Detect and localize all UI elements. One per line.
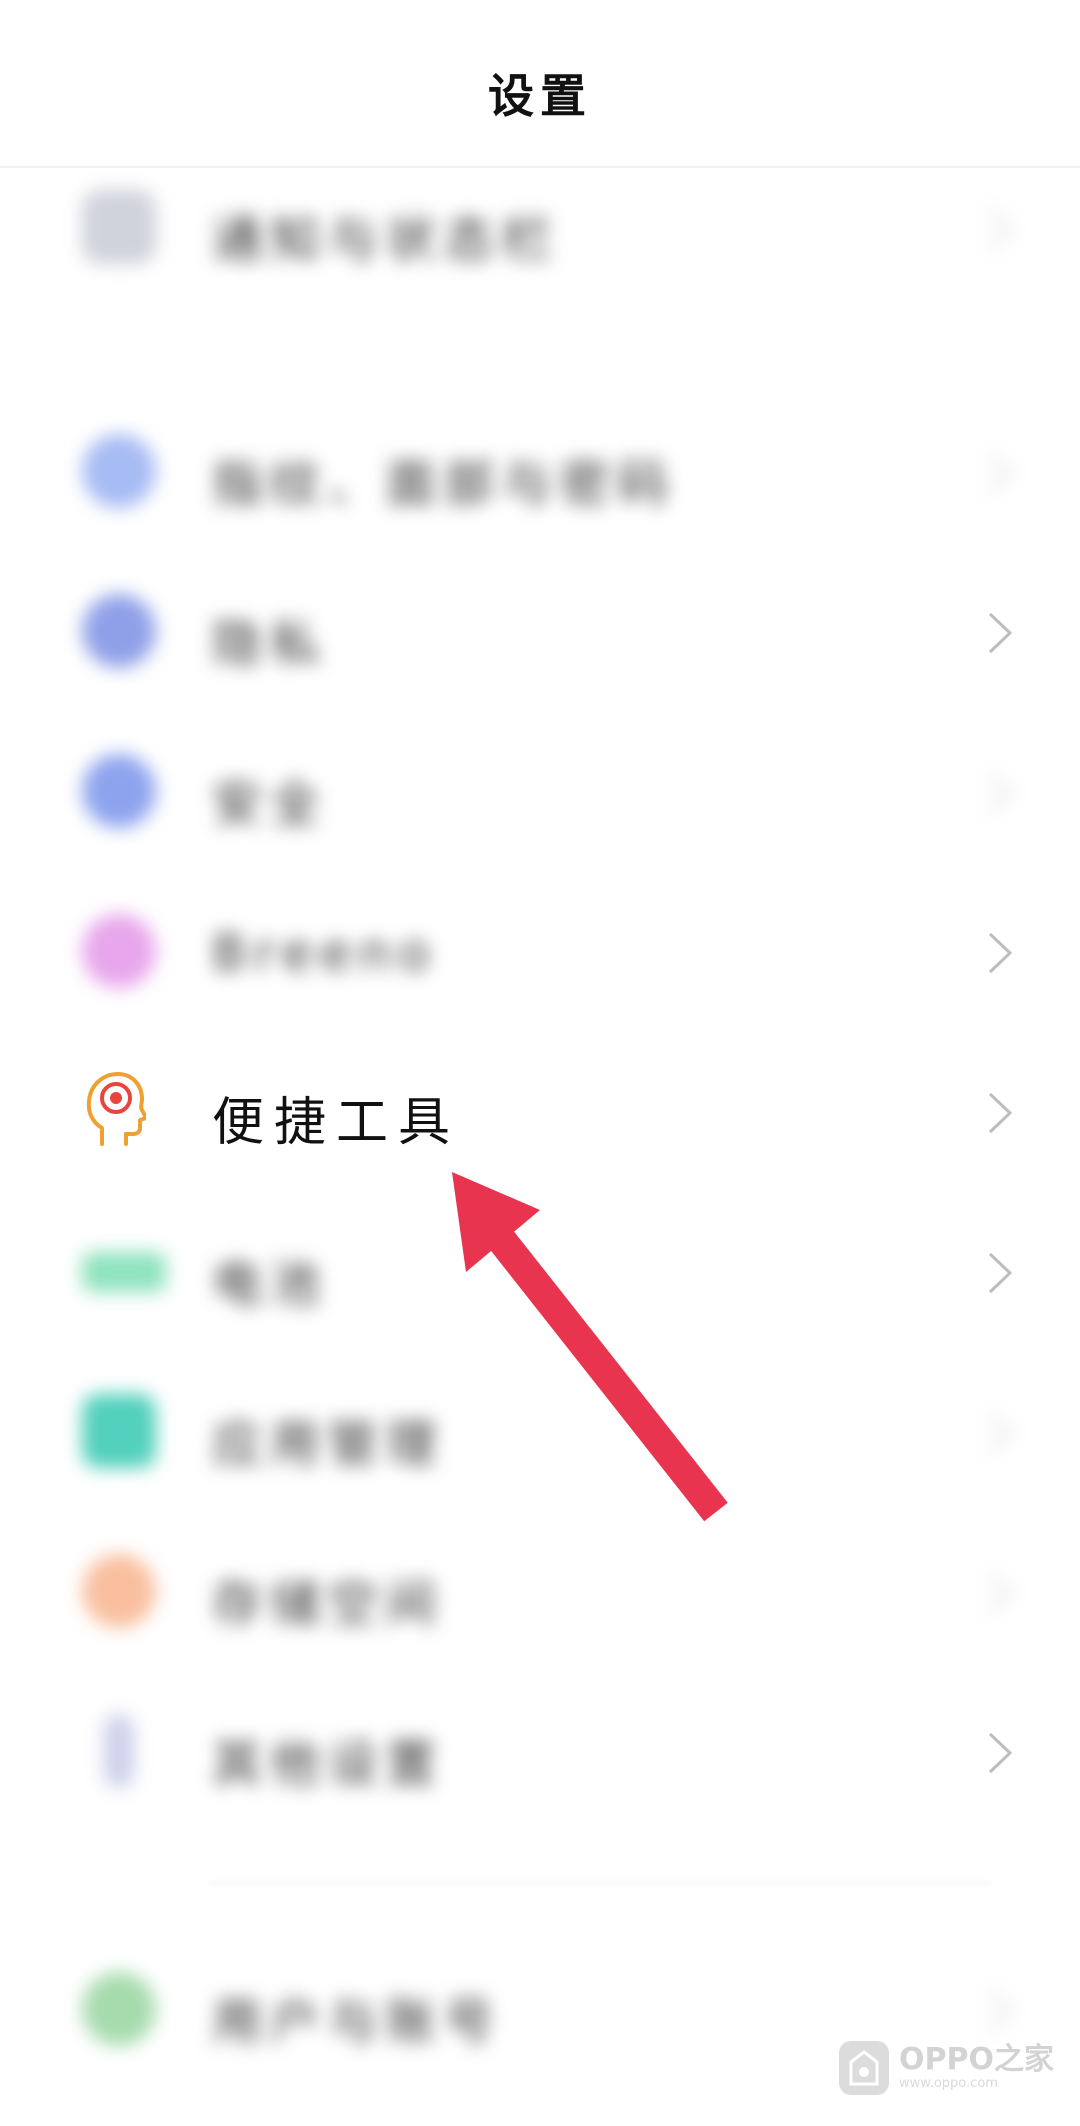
app-management-icon (82, 1394, 156, 1468)
settings-item-label: 安全 (212, 775, 328, 833)
settings-item-security[interactable]: 安全 (0, 712, 1080, 872)
chevron-right-icon (988, 1252, 1013, 1294)
settings-item-label: 电池 (212, 1255, 328, 1313)
settings-item-label: 通知与状态栏 (212, 211, 560, 269)
chevron-right-icon (988, 932, 1013, 974)
settings-item-breeno[interactable]: Breeno (0, 872, 1080, 1032)
user-account-icon (82, 1972, 156, 2046)
storage-icon (82, 1554, 156, 1628)
settings-item-label: 便捷工具 (212, 1093, 461, 1153)
chevron-right-icon (988, 612, 1013, 654)
settings-item-label: 应用管理 (212, 1415, 444, 1473)
chevron-right-icon (988, 1412, 1013, 1454)
breeno-icon (82, 914, 156, 988)
settings-item-storage[interactable]: 存储空间 (0, 1512, 1080, 1672)
chevron-right-icon (988, 1092, 1013, 1134)
watermark-url: www.oppo.com (899, 2076, 998, 2091)
watermark: OPPO之家 www.oppo.com (839, 2038, 1054, 2098)
chevron-right-icon (988, 1732, 1013, 1774)
bell-icon (82, 190, 156, 264)
watermark-logo-icon (839, 2041, 890, 2095)
battery-icon (82, 1252, 166, 1292)
settings-item-other-settings[interactable]: 其他设置 (0, 1672, 1080, 1832)
divider (210, 1882, 990, 1884)
settings-item-notifications[interactable]: 通知与状态栏 (0, 148, 1080, 308)
settings-item-label: Breeno (212, 924, 438, 982)
chevron-right-icon (988, 208, 1013, 250)
settings-item-app-management[interactable]: 应用管理 (0, 1352, 1080, 1512)
other-settings-icon (104, 1714, 134, 1788)
chevron-right-icon (988, 1990, 1013, 2032)
settings-item-label: 指纹、面部与密码 (212, 455, 676, 513)
shield-icon (82, 754, 156, 828)
settings-item-fingerprint[interactable]: 指纹、面部与密码 (0, 392, 1080, 552)
chevron-right-icon (988, 772, 1013, 814)
fingerprint-icon (82, 434, 156, 508)
settings-item-convenience-tools[interactable]: 便捷工具 (0, 1032, 1080, 1192)
settings-item-label: 隐私 (212, 615, 328, 673)
head-target-icon (86, 1072, 146, 1146)
chevron-right-icon (988, 1572, 1013, 1614)
header: 设置 (0, 0, 1080, 168)
settings-item-label: 存储空间 (212, 1575, 444, 1633)
chevron-right-icon (988, 452, 1013, 494)
settings-item-battery[interactable]: 电池 (0, 1192, 1080, 1352)
settings-item-label: 用户与账号 (212, 1993, 502, 2051)
page-title: 设置 (488, 69, 592, 123)
watermark-brand: OPPO之家 (899, 2042, 1054, 2077)
settings-item-privacy[interactable]: 隐私 (0, 552, 1080, 712)
settings-screen: 设置 通知与状态栏 指纹、面部与密码 隐私 安全 Breeno 便捷工具 电池 … (0, 0, 1080, 2126)
settings-item-label: 其他设置 (212, 1735, 444, 1793)
privacy-icon (82, 594, 156, 668)
